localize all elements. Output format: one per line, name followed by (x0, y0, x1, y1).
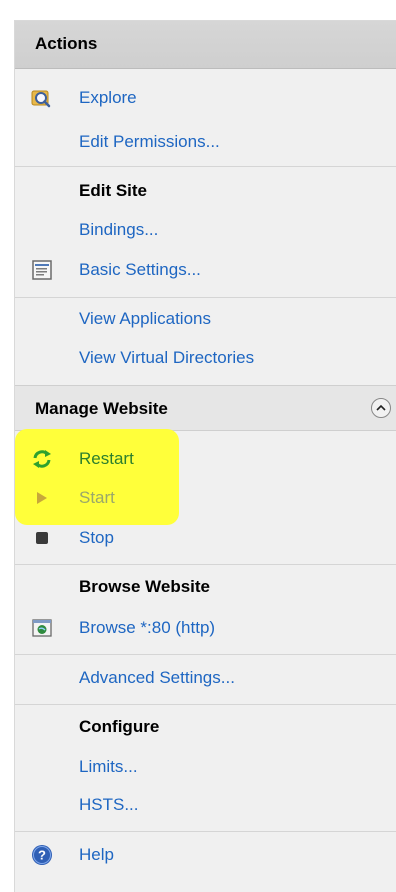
start-link[interactable]: Start (79, 488, 115, 508)
divider (15, 564, 396, 565)
stop-action[interactable]: Stop (15, 521, 396, 555)
manage-website-title: Manage Website (35, 399, 168, 418)
view-applications-action[interactable]: View Applications (15, 302, 396, 336)
edit-permissions-link[interactable]: Edit Permissions... (79, 132, 220, 152)
divider (15, 704, 396, 705)
basic-settings-action[interactable]: Basic Settings... (15, 253, 396, 287)
chevron-up-icon[interactable] (371, 398, 391, 418)
folder-search-icon (31, 87, 53, 109)
browse-website-heading: Browse Website (79, 577, 211, 596)
svg-text:?: ? (38, 848, 46, 863)
limits-link[interactable]: Limits... (79, 757, 138, 777)
restart-link[interactable]: Restart (79, 449, 134, 469)
hsts-action[interactable]: HSTS... (15, 788, 396, 822)
divider (15, 654, 396, 655)
browser-globe-icon (31, 617, 53, 639)
browse-80-action[interactable]: Browse *:80 (http) (15, 611, 396, 645)
view-virtual-directories-action[interactable]: View Virtual Directories (15, 341, 396, 375)
help-icon: ? (31, 844, 53, 866)
browse-website-section: Browse Website (15, 570, 396, 604)
stop-link[interactable]: Stop (79, 528, 114, 548)
actions-header: Actions (15, 21, 396, 69)
manage-website-header[interactable]: Manage Website (15, 385, 396, 431)
restart-arrows-icon (31, 448, 53, 470)
explore-link[interactable]: Explore (79, 88, 137, 108)
edit-site-heading: Edit Site (79, 181, 148, 200)
start-action[interactable]: Start (15, 481, 396, 515)
help-action[interactable]: ? Help (15, 838, 396, 872)
limits-action[interactable]: Limits... (15, 750, 396, 784)
help-link[interactable]: Help (79, 845, 114, 865)
configure-section: Configure (15, 710, 396, 744)
explore-action[interactable]: Explore (15, 81, 396, 115)
divider (15, 831, 396, 832)
edit-permissions-action[interactable]: Edit Permissions... (15, 125, 396, 159)
divider (15, 166, 396, 167)
hsts-link[interactable]: HSTS... (79, 795, 139, 815)
actions-pane: Actions Explore Edit Permissions... Edit… (14, 20, 396, 892)
edit-site-section: Edit Site (15, 174, 396, 208)
advanced-settings-link[interactable]: Advanced Settings... (79, 668, 235, 688)
bindings-action[interactable]: Bindings... (15, 213, 396, 247)
view-virtual-directories-link[interactable]: View Virtual Directories (79, 348, 254, 368)
play-icon (31, 487, 53, 509)
view-applications-link[interactable]: View Applications (79, 309, 211, 329)
basic-settings-link[interactable]: Basic Settings... (79, 260, 201, 280)
stop-square-icon (31, 527, 53, 549)
advanced-settings-action[interactable]: Advanced Settings... (15, 661, 396, 695)
settings-sheet-icon (31, 259, 53, 281)
browse-80-link[interactable]: Browse *:80 (http) (79, 618, 215, 638)
bindings-link[interactable]: Bindings... (79, 220, 158, 240)
divider (15, 297, 396, 298)
configure-heading: Configure (79, 717, 160, 736)
actions-title: Actions (35, 34, 98, 53)
restart-action[interactable]: Restart (15, 442, 396, 476)
